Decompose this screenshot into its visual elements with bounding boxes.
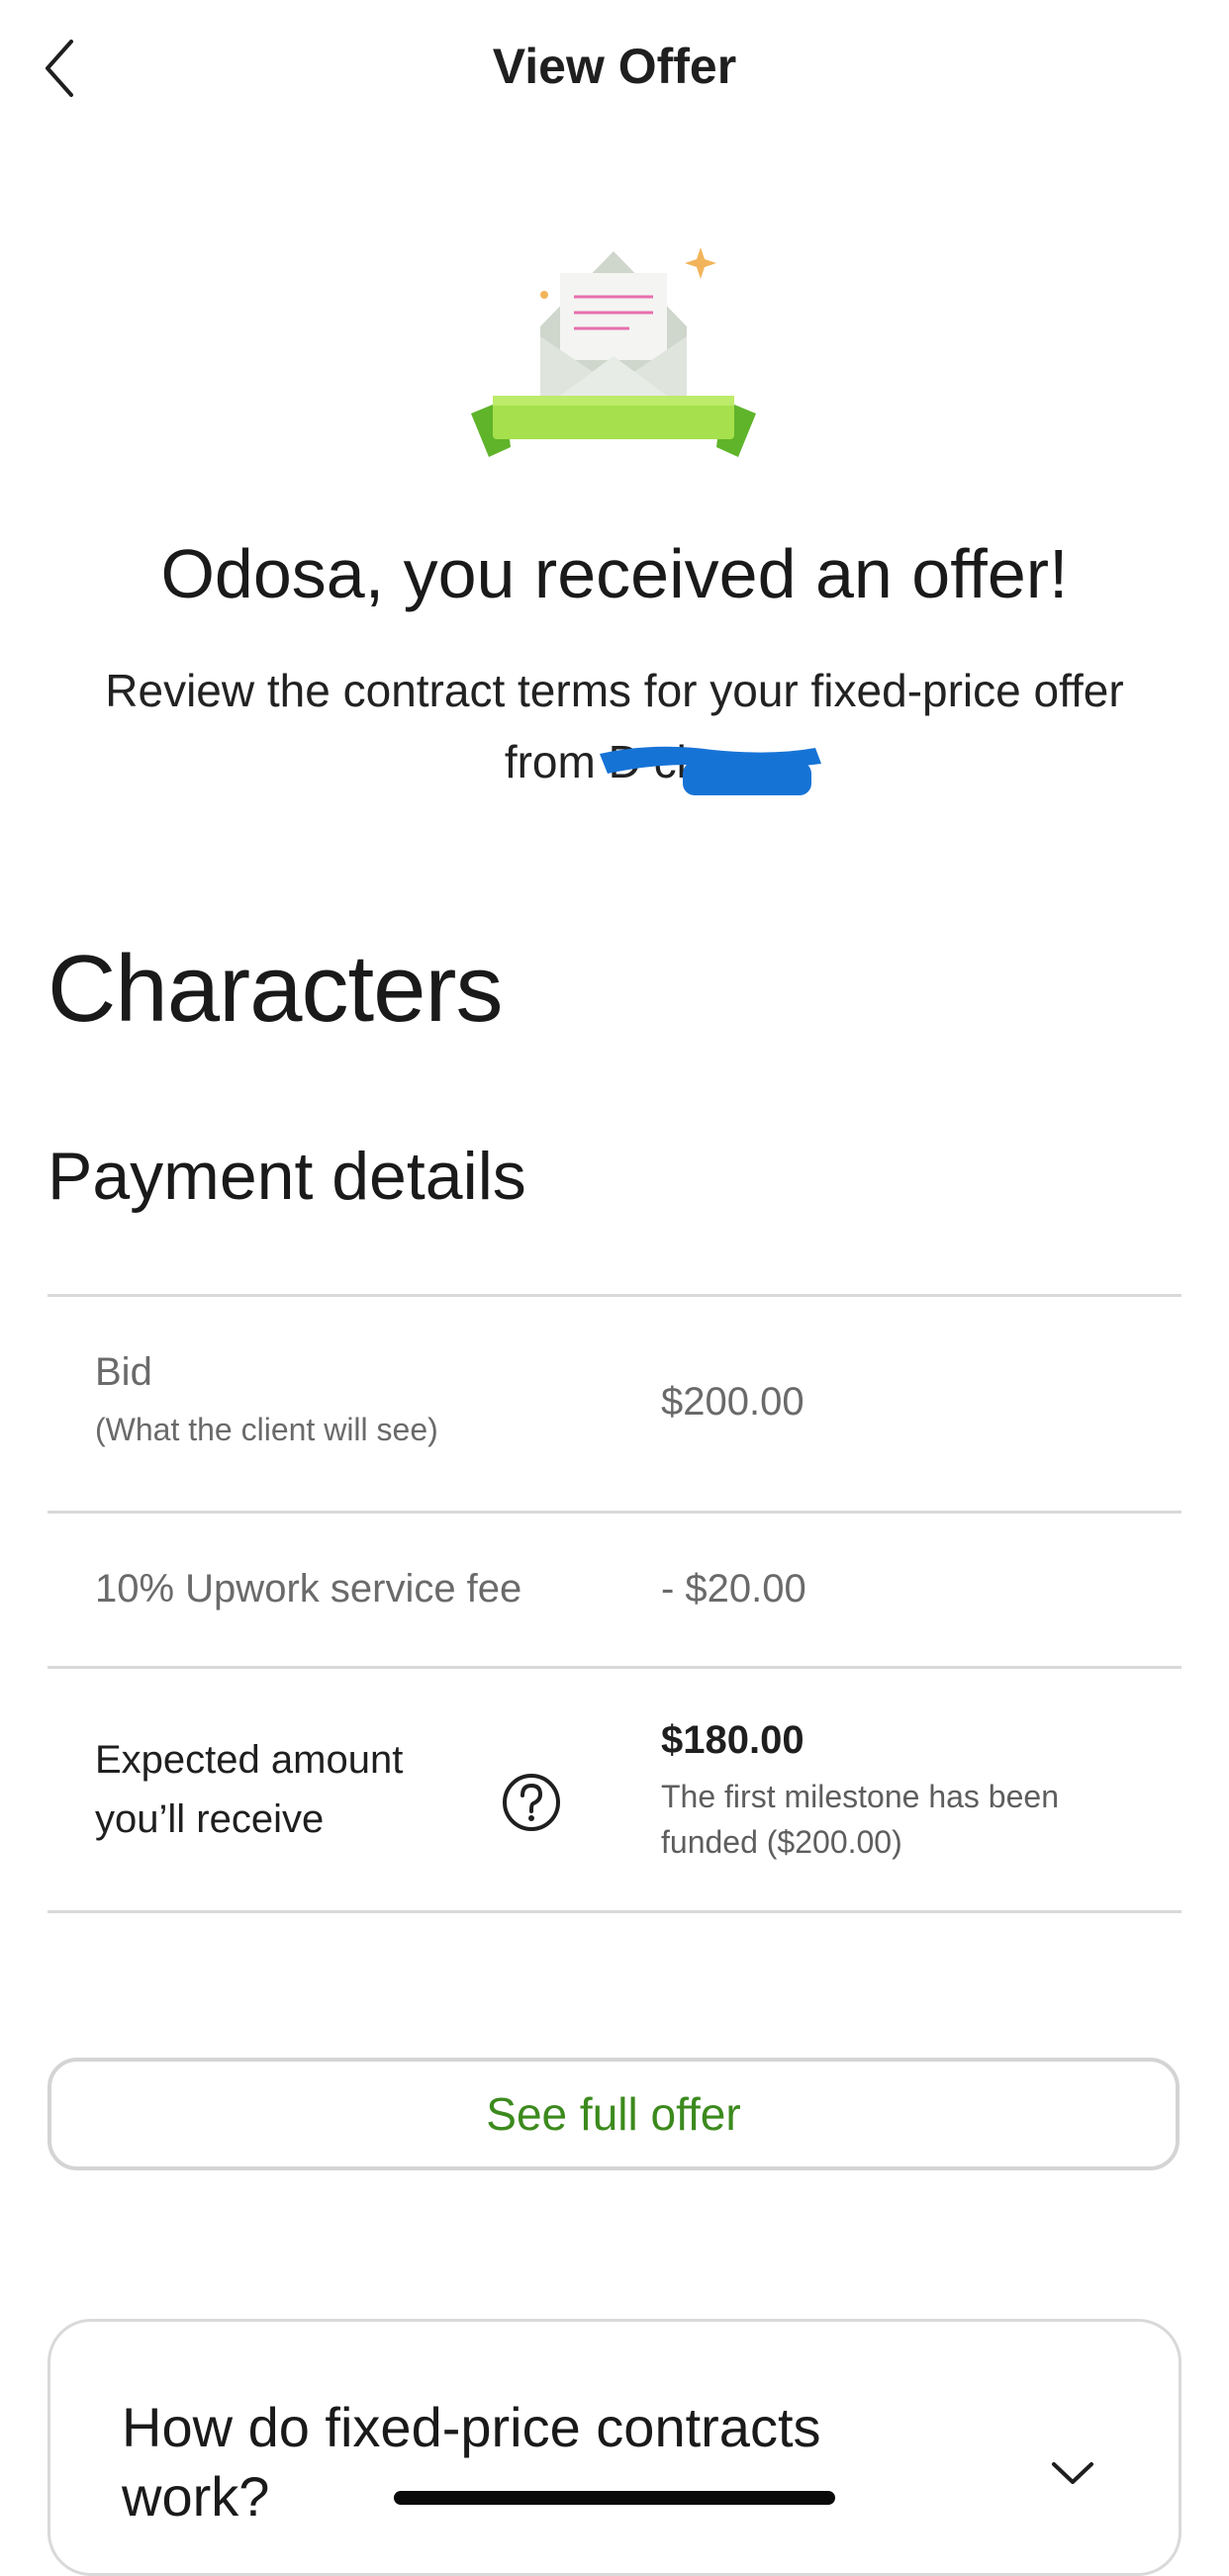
envelope-offer-icon: [465, 237, 762, 485]
fee-value: - $20.00: [661, 1567, 806, 1610]
top-bar: View Offer: [0, 0, 1229, 138]
redaction-mark: [594, 740, 831, 799]
bid-sublabel: (What the client will see): [95, 1412, 438, 1447]
chevron-down-icon: [1052, 2462, 1093, 2484]
payment-details-table: Bid (What the client will see) $200.00 1…: [47, 1294, 1182, 1913]
question-circle-icon[interactable]: [501, 1772, 562, 1833]
bid-row: Bid (What the client will see) $200.00: [47, 1297, 1182, 1514]
offer-headline: Odosa, you received an offer!: [160, 535, 1069, 612]
expected-amount-label: Expected amount you’ll receive: [95, 1738, 404, 1841]
home-indicator: [394, 2491, 835, 2505]
fee-row: 10% Upwork service fee - $20.00: [47, 1514, 1182, 1669]
milestone-note: The first milestone has been funded ($20…: [661, 1779, 1059, 1860]
faq-title: How do fixed-price contracts work?: [122, 2396, 821, 2528]
bid-value: $200.00: [661, 1380, 804, 1424]
see-full-offer-button[interactable]: See full offer: [47, 2058, 1180, 2170]
job-title: Characters: [47, 936, 503, 1042]
expected-amount-row: Expected amount you’ll receive $180.00 T…: [47, 1669, 1182, 1913]
page-title: View Offer: [492, 39, 737, 94]
fee-label: 10% Upwork service fee: [95, 1567, 522, 1610]
payment-details-heading: Payment details: [47, 1139, 526, 1214]
bid-label: Bid: [95, 1350, 152, 1394]
fixed-price-faq-card[interactable]: How do fixed-price contracts work?: [47, 2319, 1182, 2576]
expected-amount-value: $180.00: [661, 1718, 804, 1762]
